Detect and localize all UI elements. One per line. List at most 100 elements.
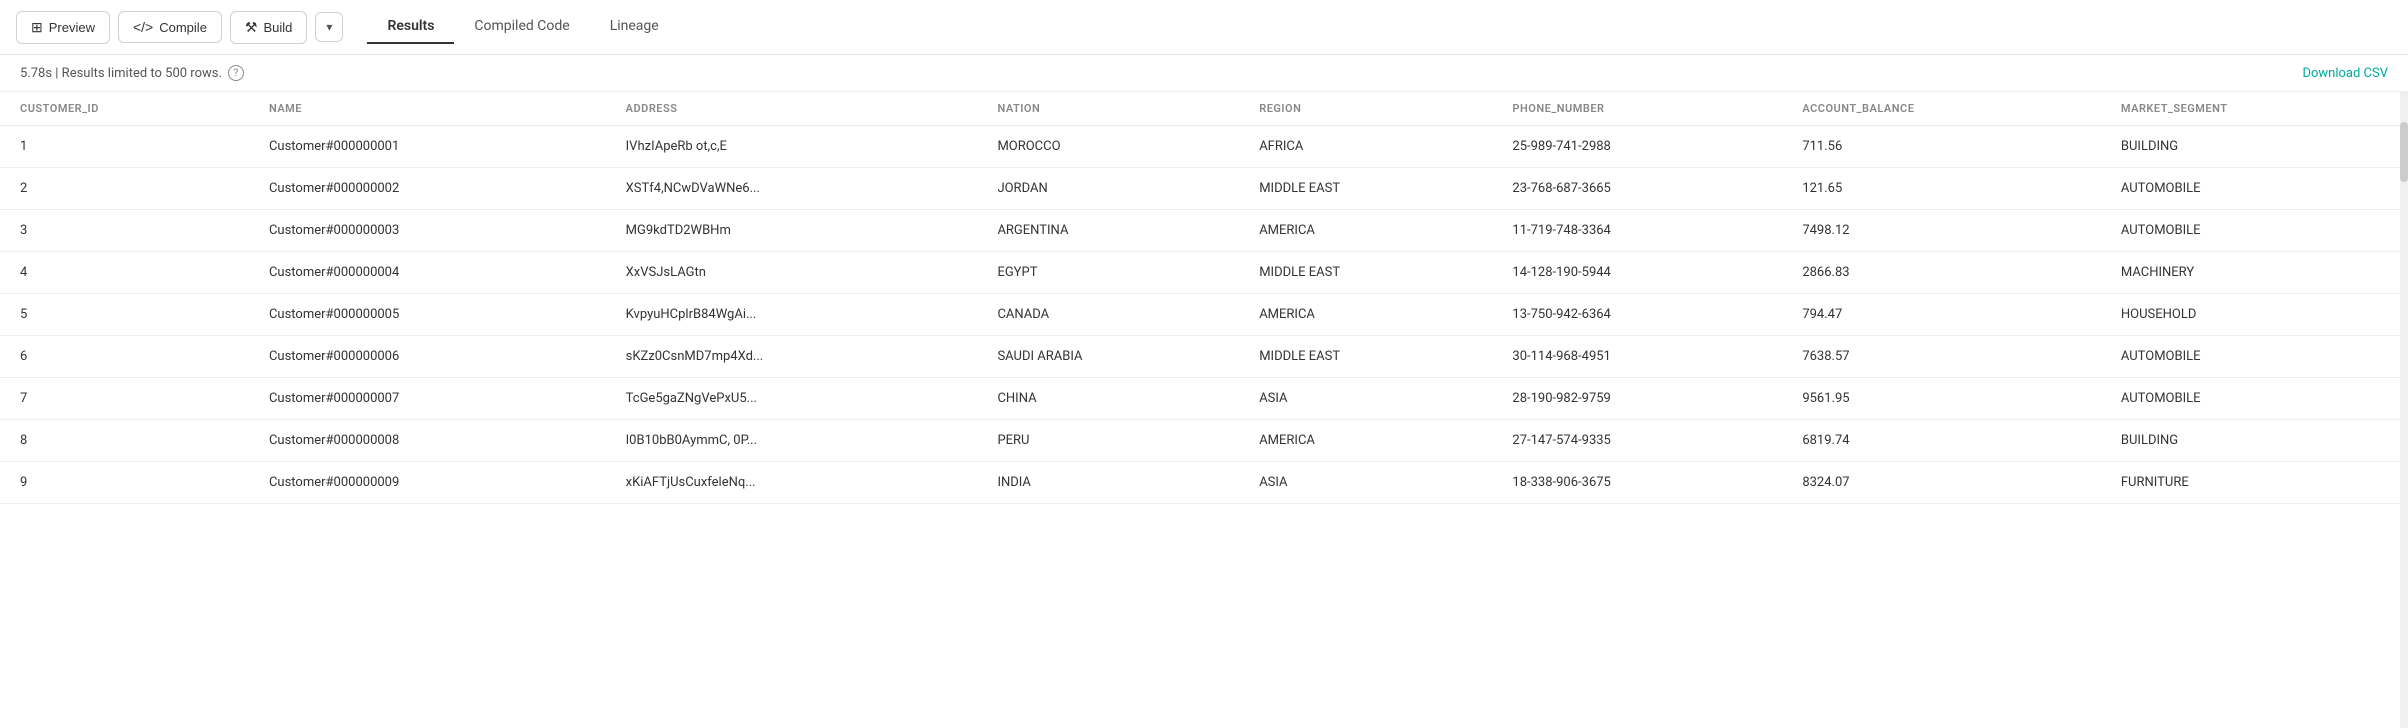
toolbar: ⊞ Preview </> Compile ⚒ Build ▾ Results … <box>0 0 2408 55</box>
page-wrapper: ⊞ Preview </> Compile ⚒ Build ▾ Results … <box>0 0 2408 728</box>
tabs: Results Compiled Code Lineage <box>367 10 678 44</box>
cell-phone-number: 30-114-968-4951 <box>1492 336 1782 378</box>
cell-region: AFRICA <box>1239 126 1492 168</box>
table-row: 7Customer#000000007TcGe5gaZNgVePxU5...CH… <box>0 378 2408 420</box>
cell-market-segment: AUTOMOBILE <box>2101 210 2408 252</box>
cell-name: Customer#000000003 <box>249 210 606 252</box>
code-icon: </> <box>133 19 153 35</box>
cell-account-balance: 7638.57 <box>1782 336 2101 378</box>
tab-results[interactable]: Results <box>367 10 454 44</box>
cell-market-segment: HOUSEHOLD <box>2101 294 2408 336</box>
table-body: 1Customer#000000001IVhzIApeRb ot,c,EMORO… <box>0 126 2408 504</box>
cell-account-balance: 794.47 <box>1782 294 2101 336</box>
cell-customer-id: 9 <box>0 462 249 504</box>
cell-nation: SAUDI ARABIA <box>977 336 1239 378</box>
cell-phone-number: 28-190-982-9759 <box>1492 378 1782 420</box>
table-row: 4Customer#000000004XxVSJsLAGtnEGYPTMIDDL… <box>0 252 2408 294</box>
cell-name: Customer#000000007 <box>249 378 606 420</box>
cell-customer-id: 8 <box>0 420 249 462</box>
cell-phone-number: 14-128-190-5944 <box>1492 252 1782 294</box>
cell-name: Customer#000000008 <box>249 420 606 462</box>
cell-address: sKZz0CsnMD7mp4Xd... <box>606 336 978 378</box>
cell-address: XSTf4,NCwDVaWNe6... <box>606 168 978 210</box>
table-icon: ⊞ <box>31 19 43 36</box>
cell-customer-id: 6 <box>0 336 249 378</box>
help-icon[interactable]: ? <box>228 65 244 81</box>
col-phone-number: PHONE_NUMBER <box>1492 92 1782 126</box>
cell-name: Customer#000000009 <box>249 462 606 504</box>
col-account-balance: ACCOUNT_BALANCE <box>1782 92 2101 126</box>
cell-nation: INDIA <box>977 462 1239 504</box>
cell-account-balance: 711.56 <box>1782 126 2101 168</box>
status-left: 5.78s | Results limited to 500 rows. ? <box>20 65 244 81</box>
tab-compiled-code[interactable]: Compiled Code <box>454 10 589 44</box>
cell-market-segment: MACHINERY <box>2101 252 2408 294</box>
cell-phone-number: 11-719-748-3364 <box>1492 210 1782 252</box>
compile-button[interactable]: </> Compile <box>118 11 222 43</box>
build-button[interactable]: ⚒ Build <box>230 11 307 44</box>
table-row: 5Customer#000000005KvpyuHCplrB84WgAi...C… <box>0 294 2408 336</box>
cell-account-balance: 6819.74 <box>1782 420 2101 462</box>
table-row: 1Customer#000000001IVhzIApeRb ot,c,EMORO… <box>0 126 2408 168</box>
table-row: 2Customer#000000002XSTf4,NCwDVaWNe6...JO… <box>0 168 2408 210</box>
status-bar: 5.78s | Results limited to 500 rows. ? D… <box>0 55 2408 92</box>
table-row: 6Customer#000000006sKZz0CsnMD7mp4Xd...SA… <box>0 336 2408 378</box>
cell-customer-id: 7 <box>0 378 249 420</box>
cell-phone-number: 13-750-942-6364 <box>1492 294 1782 336</box>
cell-region: ASIA <box>1239 378 1492 420</box>
cell-nation: CHINA <box>977 378 1239 420</box>
header-row: CUSTOMER_ID NAME ADDRESS NATION REGION P… <box>0 92 2408 126</box>
cell-address: IVhzIApeRb ot,c,E <box>606 126 978 168</box>
cell-account-balance: 2866.83 <box>1782 252 2101 294</box>
cell-region: MIDDLE EAST <box>1239 252 1492 294</box>
cell-region: MIDDLE EAST <box>1239 336 1492 378</box>
cell-name: Customer#000000004 <box>249 252 606 294</box>
cell-nation: JORDAN <box>977 168 1239 210</box>
build-label: Build <box>263 20 292 35</box>
dropdown-button[interactable]: ▾ <box>315 12 343 42</box>
cell-market-segment: FURNITURE <box>2101 462 2408 504</box>
col-address: ADDRESS <box>606 92 978 126</box>
table-row: 8Customer#000000008I0B10bB0AymmC, 0P...P… <box>0 420 2408 462</box>
download-csv-link[interactable]: Download CSV <box>2302 66 2388 81</box>
cell-address: TcGe5gaZNgVePxU5... <box>606 378 978 420</box>
cell-region: ASIA <box>1239 462 1492 504</box>
scrollbar-thumb[interactable] <box>2400 122 2408 182</box>
cell-nation: CANADA <box>977 294 1239 336</box>
col-customer-id: CUSTOMER_ID <box>0 92 249 126</box>
cell-account-balance: 8324.07 <box>1782 462 2101 504</box>
cell-region: AMERICA <box>1239 294 1492 336</box>
cell-customer-id: 4 <box>0 252 249 294</box>
cell-name: Customer#000000001 <box>249 126 606 168</box>
cell-name: Customer#000000005 <box>249 294 606 336</box>
results-table: CUSTOMER_ID NAME ADDRESS NATION REGION P… <box>0 92 2408 504</box>
col-nation: NATION <box>977 92 1239 126</box>
table-header: CUSTOMER_ID NAME ADDRESS NATION REGION P… <box>0 92 2408 126</box>
cell-customer-id: 5 <box>0 294 249 336</box>
cell-account-balance: 7498.12 <box>1782 210 2101 252</box>
col-region: REGION <box>1239 92 1492 126</box>
cell-address: xKiAFTjUsCuxfeleNq... <box>606 462 978 504</box>
cell-phone-number: 18-338-906-3675 <box>1492 462 1782 504</box>
table-container[interactable]: CUSTOMER_ID NAME ADDRESS NATION REGION P… <box>0 92 2408 728</box>
preview-button[interactable]: ⊞ Preview <box>16 11 110 44</box>
status-text: 5.78s | Results limited to 500 rows. <box>20 66 222 81</box>
cell-nation: MOROCCO <box>977 126 1239 168</box>
tab-lineage[interactable]: Lineage <box>590 10 679 44</box>
cell-phone-number: 23-768-687-3665 <box>1492 168 1782 210</box>
table-row: 9Customer#000000009xKiAFTjUsCuxfeleNq...… <box>0 462 2408 504</box>
cell-customer-id: 2 <box>0 168 249 210</box>
col-name: NAME <box>249 92 606 126</box>
cell-nation: EGYPT <box>977 252 1239 294</box>
cell-nation: PERU <box>977 420 1239 462</box>
cell-account-balance: 9561.95 <box>1782 378 2101 420</box>
cell-region: AMERICA <box>1239 210 1492 252</box>
preview-label: Preview <box>49 20 95 35</box>
cell-address: MG9kdTD2WBHm <box>606 210 978 252</box>
cell-market-segment: AUTOMOBILE <box>2101 336 2408 378</box>
cell-address: I0B10bB0AymmC, 0P... <box>606 420 978 462</box>
cell-account-balance: 121.65 <box>1782 168 2101 210</box>
build-icon: ⚒ <box>245 19 258 36</box>
cell-address: XxVSJsLAGtn <box>606 252 978 294</box>
cell-market-segment: BUILDING <box>2101 126 2408 168</box>
